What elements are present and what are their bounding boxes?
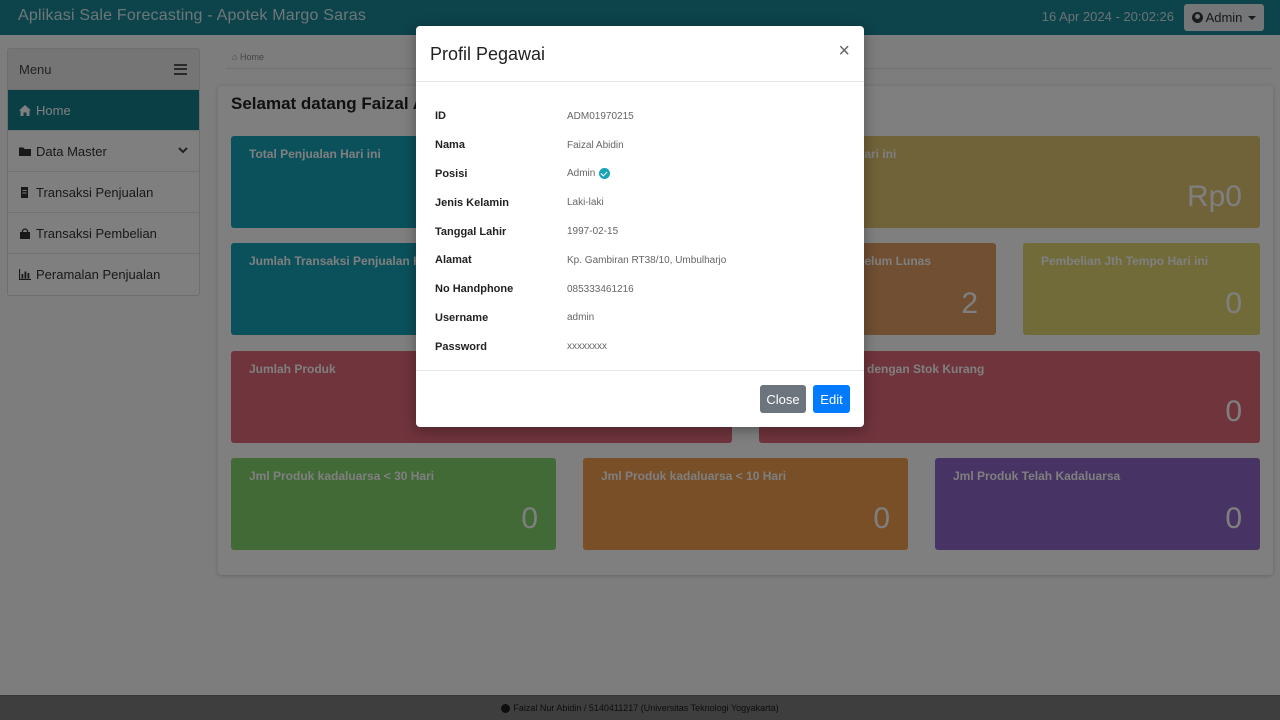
profile-row-password: Password xxxxxxxx (435, 332, 845, 361)
profile-row-jenis-kelamin: Jenis Kelamin Laki-laki (435, 188, 845, 217)
profile-row-nama: Nama Faizal Abidin (435, 131, 845, 160)
profile-value: Laki-laki (567, 197, 604, 209)
profile-row-tanggal-lahir: Tanggal Lahir 1997-02-15 (435, 217, 845, 246)
profile-value-wrap: Admin (567, 168, 611, 180)
profile-value: 1997-02-15 (567, 226, 619, 238)
profile-key: Alamat (435, 254, 472, 267)
profile-row-id: ID ADM01970215 (435, 102, 845, 131)
profile-row-posisi: Posisi Admin (435, 160, 845, 189)
profile-value: Kp. Gambiran RT38/10, Umbulharjo (567, 254, 727, 266)
profile-key: Tanggal Lahir (435, 225, 507, 238)
profile-key: Username (435, 311, 489, 324)
modal-footer: Close Edit (416, 370, 864, 427)
profile-row-alamat: Alamat Kp. Gambiran RT38/10, Umbulharjo (435, 246, 845, 275)
verified-check-icon (599, 168, 611, 180)
edit-button[interactable]: Edit (813, 385, 850, 413)
profile-value: ADM01970215 (567, 110, 634, 122)
close-button[interactable]: Close (760, 385, 806, 413)
profile-row-username: Username admin (435, 304, 845, 333)
modal-title: Profil Pegawai (430, 44, 546, 64)
close-icon[interactable]: × (838, 41, 850, 61)
profile-key: Nama (435, 139, 465, 152)
profile-row-no-handphone: No Handphone 085333461216 (435, 275, 845, 304)
profile-value: xxxxxxxx (567, 341, 607, 353)
profile-value: admin (567, 312, 595, 324)
profile-table: ID ADM01970215 Nama Faizal Abidin Posisi… (435, 102, 845, 361)
profile-key: ID (435, 110, 446, 123)
profile-key: No Handphone (435, 283, 514, 296)
profile-key: Posisi (435, 167, 468, 180)
profile-key: Jenis Kelamin (435, 196, 509, 209)
profile-value: Faizal Abidin (567, 139, 624, 151)
profile-modal: Profil Pegawai × ID ADM01970215 Nama Fai… (416, 26, 864, 427)
profile-value: 085333461216 (567, 283, 634, 295)
profile-key: Password (435, 340, 487, 353)
modal-header: Profil Pegawai × (416, 26, 864, 82)
profile-value: Admin (567, 168, 596, 180)
